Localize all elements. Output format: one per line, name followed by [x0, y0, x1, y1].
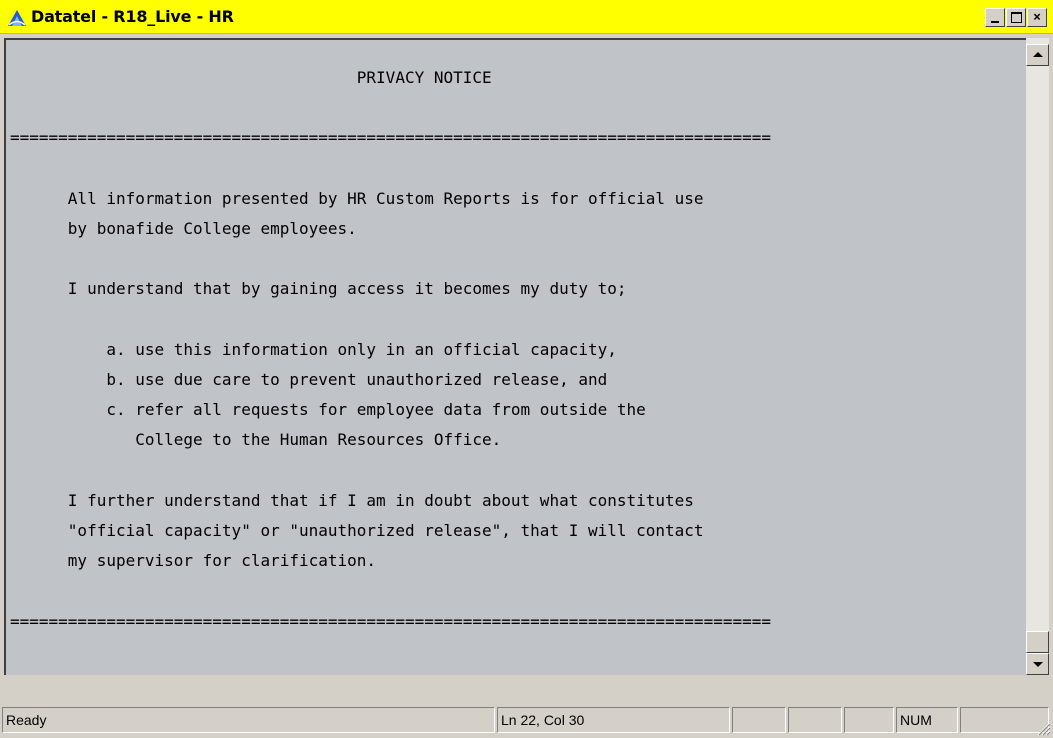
terminal-line: PRIVACY NOTICE: [10, 68, 492, 87]
scroll-thumb[interactable]: [1026, 631, 1049, 653]
status-text: Ready: [2, 707, 495, 733]
terminal-window: Datatel - R18_Live - HR × PRIVACY NOTICE…: [0, 0, 1053, 738]
scroll-up-button[interactable]: [1026, 44, 1049, 66]
window-controls: ×: [984, 8, 1047, 28]
cursor-position: Ln 22, Col 30: [497, 707, 730, 733]
status-panel-empty-2: [788, 707, 842, 733]
terminal-line: All information presented by HR Custom R…: [10, 188, 704, 208]
status-bar: Ready Ln 22, Col 30 NUM: [0, 705, 1053, 738]
scroll-down-button[interactable]: [1026, 653, 1049, 675]
arrow-down-icon: [1033, 662, 1043, 667]
maximize-icon: [1011, 12, 1022, 23]
arrow-up-icon: [1033, 52, 1043, 57]
minimize-icon: [991, 21, 999, 23]
terminal-line: a. use this information only in an offic…: [10, 339, 617, 359]
terminal-screen[interactable]: PRIVACY NOTICE ==========================…: [4, 38, 1026, 675]
terminal-line: my supervisor for clarification.: [10, 551, 377, 571]
terminal-line: by bonafide College employees.: [10, 219, 357, 238]
terminal-line: "official capacity" or "unauthorized rel…: [10, 521, 704, 540]
terminal-line: c. refer all requests for employee data …: [10, 400, 646, 420]
minimize-button[interactable]: [985, 8, 1005, 27]
close-icon: ×: [1033, 10, 1041, 25]
terminal-line: I understand that by gaining access it b…: [10, 279, 627, 299]
vertical-scrollbar[interactable]: [1026, 38, 1049, 675]
status-panel-empty-3: [844, 707, 894, 733]
resize-grip-icon[interactable]: [1035, 720, 1051, 736]
maximize-button[interactable]: [1006, 8, 1026, 27]
terminal-line: I further understand that if I am in dou…: [10, 490, 694, 510]
status-panel-empty-1: [732, 707, 786, 733]
window-title: Datatel - R18_Live - HR: [31, 7, 234, 26]
num-lock-indicator: NUM: [896, 707, 958, 733]
terminal-line: b. use due care to prevent unauthorized …: [10, 370, 608, 389]
terminal-line: College to the Human Resources Office.: [10, 430, 502, 450]
terminal-line: ========================================…: [10, 128, 771, 148]
terminal-line: ========================================…: [10, 611, 771, 631]
datatel-app-icon: [8, 10, 26, 26]
title-bar[interactable]: Datatel - R18_Live - HR ×: [0, 0, 1053, 34]
close-button[interactable]: ×: [1027, 8, 1047, 27]
